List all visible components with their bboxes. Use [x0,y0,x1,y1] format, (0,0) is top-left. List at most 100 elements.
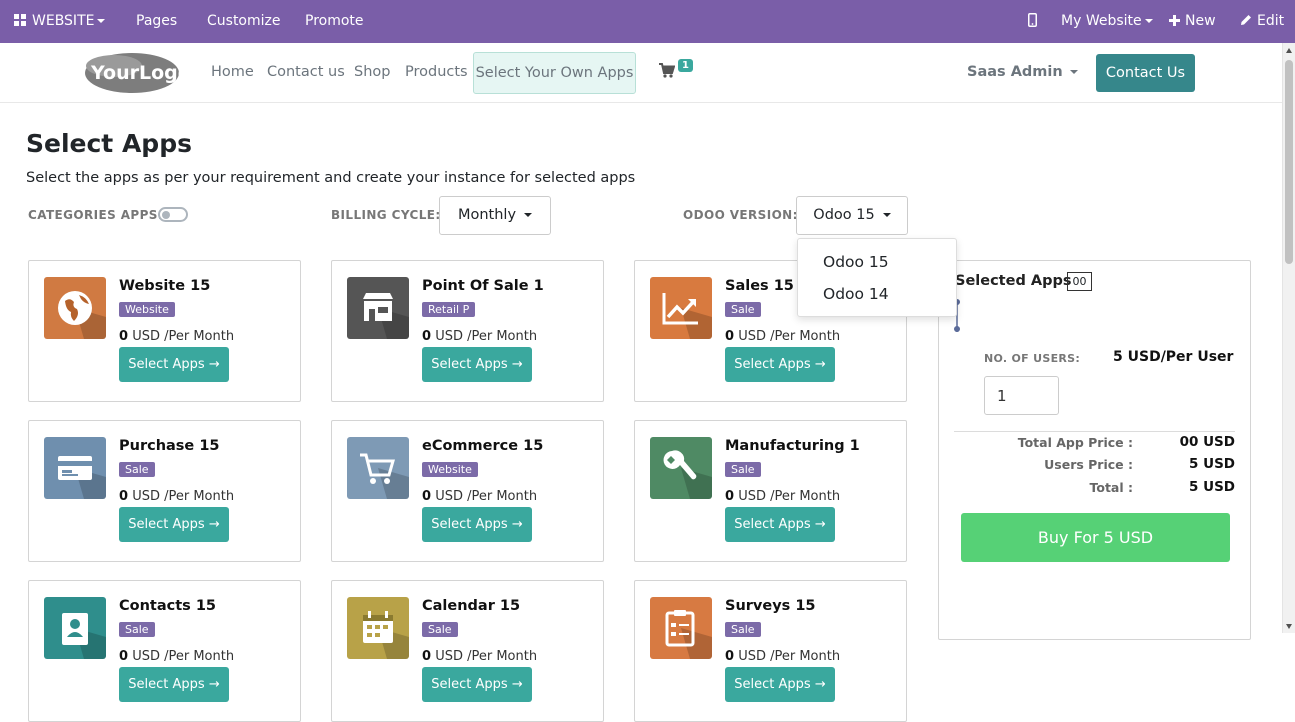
billing-cycle-select[interactable]: Monthly [439,196,551,235]
logo-image: YourLogo [85,53,191,93]
my-website-label: My Website [1061,13,1142,29]
app-category-badge: Sale [119,622,155,637]
arrow-right-icon: → [511,517,523,532]
app-card: Surveys 15 Sale 0 USD /Per Month Select … [634,580,907,722]
no-of-users-input[interactable] [984,376,1059,415]
my-website-menu[interactable]: My Website [1061,0,1153,43]
app-price-value: 0 [119,649,129,664]
select-app-button[interactable]: Select Apps → [119,347,229,382]
app-price: 0 USD /Per Month [725,489,840,504]
mobile-icon [1028,13,1037,27]
app-price: 0 USD /Per Month [422,649,537,664]
nav-select-your-own-apps[interactable]: Select Your Own Apps [473,52,636,94]
select-app-button[interactable]: Select Apps → [725,667,835,702]
select-app-button[interactable]: Select Apps → [422,507,532,542]
edit-button[interactable]: Edit [1240,0,1284,43]
select-app-button[interactable]: Select Apps → [119,507,229,542]
website-menu[interactable]: WEBSITE [14,0,106,43]
edit-label: Edit [1257,13,1285,29]
site-navbar: YourLogo Home Contact us Shop Products S… [0,43,1282,103]
select-app-label: Select Apps [431,677,508,692]
contact-us-button[interactable]: Contact Us [1096,54,1195,92]
select-app-button[interactable]: Select Apps → [422,347,532,382]
app-price-value: 0 [725,489,735,504]
site-logo[interactable]: YourLogo [84,52,191,98]
version-option-odoo-15[interactable]: Odoo 15 [823,253,889,271]
version-option-odoo-14[interactable]: Odoo 14 [823,285,889,303]
app-icon-website [44,277,106,339]
pencil-icon [1241,15,1251,25]
nav-contact-us[interactable]: Contact us [267,64,345,80]
nav-shop[interactable]: Shop [354,64,390,80]
app-name: Website 15 [119,278,211,294]
arrow-right-icon: → [814,677,826,692]
select-app-button[interactable]: Select Apps → [725,347,835,382]
odoo-version-select[interactable]: Odoo 15 [796,196,908,235]
app-icon-surveys [650,597,712,659]
app-card: Point Of Sale 1 Retail P 0 USD /Per Mont… [331,260,604,402]
arrow-right-icon: → [208,677,220,692]
scroll-down-icon[interactable] [1286,624,1292,629]
customize-menu[interactable]: Customize [207,0,281,43]
no-of-users-label: NO. OF USERS: [984,352,1081,365]
scrollbar-thumb[interactable] [1285,60,1293,264]
promote-menu[interactable]: Promote [305,0,364,43]
select-app-label: Select Apps [128,357,205,372]
app-price-unit: USD /Per Month [132,329,235,344]
app-card: Contacts 15 Sale 0 USD /Per Month Select… [28,580,301,722]
select-app-button[interactable]: Select Apps → [119,667,229,702]
app-price: 0 USD /Per Month [422,329,537,344]
odoo-version-dropdown: Odoo 15 Odoo 14 [797,238,957,317]
app-name: Point Of Sale 1 [422,278,544,294]
pages-menu[interactable]: Pages [136,0,177,43]
chevron-down-icon [97,19,106,23]
app-price-unit: USD /Per Month [435,649,538,664]
cart-button[interactable] [659,63,676,82]
app-category-badge: Website [422,462,478,477]
app-category-badge: Sale [422,622,458,637]
app-price-unit: USD /Per Month [738,489,841,504]
new-label: New [1185,13,1216,29]
app-icon-contacts [44,597,106,659]
select-app-label: Select Apps [431,517,508,532]
app-category-badge: Sale [725,302,761,317]
app-price: 0 USD /Per Month [725,649,840,664]
app-icon-sales [650,277,712,339]
buy-button[interactable]: Buy For 5 USD [961,513,1230,562]
select-app-button[interactable]: Select Apps → [725,507,835,542]
select-app-label: Select Apps [431,357,508,372]
app-price-unit: USD /Per Month [435,329,538,344]
app-card: Manufacturing 1 Sale 0 USD /Per Month Se… [634,420,907,562]
odoo-version-label: ODOO VERSION: [683,208,798,222]
app-category-badge: Sale [725,622,761,637]
select-app-label: Select Apps [734,677,811,692]
scroll-up-icon[interactable] [1286,48,1292,53]
arrow-right-icon: → [814,517,826,532]
website-editor-bar: WEBSITE Pages Customize Promote My Websi… [0,0,1295,43]
categories-apps-toggle[interactable] [158,207,188,222]
toggle-knob [162,210,170,219]
chevron-down-icon [1144,19,1153,23]
new-button[interactable]: New [1169,0,1216,43]
shopping-cart-icon [659,63,676,78]
page-subtitle: Select the apps as per your requirement … [26,170,636,186]
total-value: 5 USD [1189,479,1235,495]
billing-cycle-label: BILLING CYCLE: [331,208,441,222]
total-label: Total : [1089,480,1134,495]
nav-home[interactable]: Home [211,64,254,80]
select-app-button[interactable]: Select Apps → [422,667,532,702]
odoo-version-value: Odoo 15 [813,207,875,223]
nav-products[interactable]: Products [405,64,468,80]
app-price-value: 0 [725,649,735,664]
app-price-unit: USD /Per Month [435,489,538,504]
app-name: eCommerce 15 [422,438,544,454]
app-name: Calendar 15 [422,598,521,614]
app-icon-point-of-sale [347,277,409,339]
app-price: 0 USD /Per Month [422,489,537,504]
mobile-preview-button[interactable] [1028,0,1037,43]
app-name: Surveys 15 [725,598,816,614]
select-app-label: Select Apps [734,517,811,532]
user-menu[interactable]: Saas Admin [967,64,1078,80]
app-name: Purchase 15 [119,438,220,454]
page-scrollbar[interactable] [1282,43,1295,633]
